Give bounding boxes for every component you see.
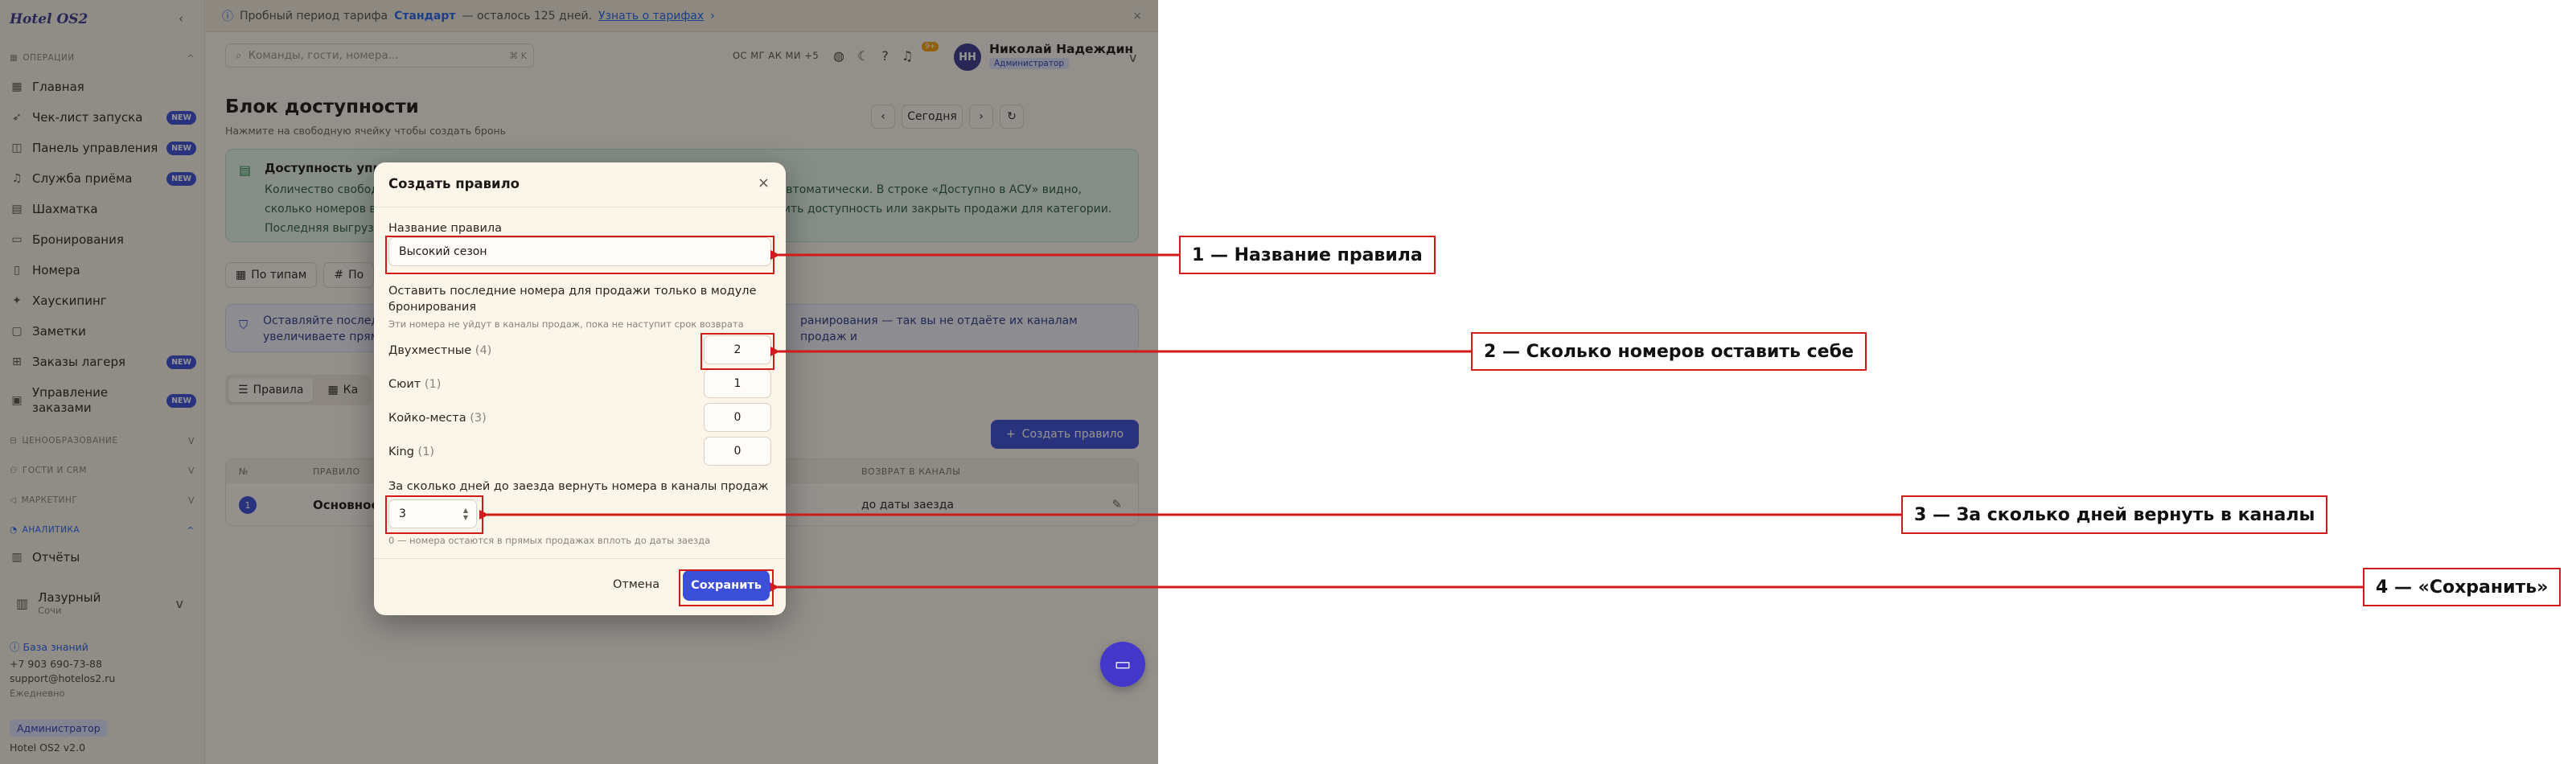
dialog-header: Создать правило ×: [374, 162, 786, 207]
callout-2: 2 — Сколько номеров оставить себе: [1471, 332, 1867, 371]
create-rule-dialog: Создать правило × Название правила Высок…: [374, 162, 786, 615]
callout-4: 4 — «Сохранить»: [2363, 568, 2562, 606]
highlight-rule-name: [385, 236, 774, 274]
category-name: Сюит: [388, 378, 421, 391]
category-label: Сюит (1): [388, 378, 441, 391]
highlight-keep-rooms: [700, 333, 774, 370]
close-icon[interactable]: ×: [758, 175, 770, 191]
category-count: (1): [424, 378, 442, 391]
category-label: Двухместные (4): [388, 344, 491, 357]
category-count: (4): [475, 344, 492, 357]
keep-rooms-hint: Эти номера не уйдут в каналы продаж, пок…: [388, 318, 744, 330]
category-label: King (1): [388, 446, 434, 458]
chat-icon: ▭: [1114, 654, 1132, 675]
category-count: (3): [470, 412, 487, 425]
category-name: Двухместные: [388, 344, 472, 357]
callout-1: 1 — Название правила: [1179, 236, 1436, 274]
highlight-save: [679, 569, 774, 606]
dialog-title: Создать правило: [388, 176, 520, 191]
category-keep-input[interactable]: 0: [704, 437, 771, 466]
category-count: (1): [417, 446, 435, 458]
highlight-return-days: [385, 495, 483, 534]
keep-rooms-label: Оставить последние номера для продажи то…: [388, 285, 757, 314]
chat-button[interactable]: ▭: [1100, 642, 1145, 687]
return-days-label: За сколько дней до заезда вернуть номера…: [388, 480, 769, 493]
cancel-button[interactable]: Отмена: [613, 578, 659, 591]
category-name: Койко-места: [388, 412, 466, 425]
category-keep-input[interactable]: 0: [704, 403, 771, 432]
rule-name-label: Название правила: [388, 222, 503, 235]
return-days-hint: 0 — номера остаются в прямых продажах вп…: [388, 535, 711, 546]
app-window: Hotel OS2 ‹ ▦ Операции ^ ▦ Главная ➶ Чек…: [0, 0, 1158, 764]
category-name: King: [388, 446, 414, 458]
category-label: Койко-места (3): [388, 412, 487, 425]
callout-3: 3 — За сколько дней вернуть в каналы: [1901, 495, 2328, 534]
category-keep-input[interactable]: 1: [704, 369, 771, 398]
